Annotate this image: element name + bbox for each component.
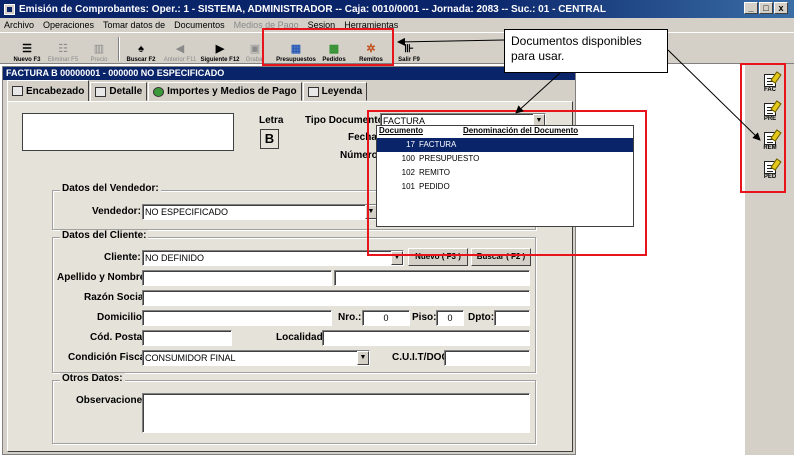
toolbar-highlight-box (262, 28, 394, 66)
razon-social-input[interactable] (142, 290, 530, 306)
minimize-button[interactable]: _ (744, 2, 758, 14)
toolbar-separator (118, 37, 120, 61)
menu-documentos[interactable]: Documentos (174, 20, 225, 30)
vendedor-select[interactable]: NO ESPECIFICADO (142, 204, 378, 220)
exit-door-icon: ⊪ (404, 43, 414, 55)
condicion-fiscal-label: Condición Fiscal: (68, 352, 152, 363)
condicion-fiscal-dropdown-button[interactable]: ▼ (357, 351, 369, 365)
vendedor-group-title: Datos del Vendedor: (60, 183, 161, 194)
dropdown-highlight-box (367, 110, 647, 256)
otros-datos-title: Otros Datos: (60, 373, 125, 384)
apellido-label: Apellido y Nombres: (57, 272, 155, 283)
price-button[interactable]: ▥ Precio (86, 35, 112, 63)
maximize-button[interactable]: □ (759, 2, 773, 14)
localidad-input[interactable] (322, 330, 530, 346)
annotation-callout: Documentos disponibles para usar. (504, 29, 668, 73)
dpto-label: Dpto: (468, 312, 495, 323)
observaciones-label: Observaciones: (76, 395, 152, 406)
exit-button[interactable]: ⊪ Salir F9 (396, 35, 422, 63)
previous-button[interactable]: ◀ Anterior F11 (160, 35, 200, 63)
price-icon: ▥ (93, 43, 105, 55)
new-button[interactable]: ☰ Nuevo F3 (10, 35, 44, 63)
domicilio-input[interactable] (142, 310, 332, 326)
razon-social-label: Razón Social: (84, 292, 150, 303)
menu-bar: Archivo Operaciones Tomar datos de Docum… (0, 18, 794, 32)
arrow-left-icon: ◀ (175, 43, 185, 55)
cliente-select[interactable]: NO DEFINIDO (142, 250, 404, 266)
localidad-label: Localidad: (276, 332, 327, 343)
callout-line-1: Documentos disponibles (511, 34, 642, 48)
detail-icon (95, 86, 107, 97)
window-titlebar: Emisión de Comprobantes: Oper.: 1 - SIST… (0, 0, 794, 18)
search-button[interactable]: ♠ Buscar F2 (124, 35, 158, 63)
company-logo-box (22, 113, 234, 151)
window-controls: _ □ x (744, 2, 788, 14)
cliente-label: Cliente: (104, 252, 141, 263)
cuit-label: C.U.I.T/DOC: (392, 352, 452, 363)
form-tabs: Encabezado Detalle Importes y Medios de … (7, 80, 368, 101)
next-button[interactable]: ▶ Siguiente F12 (200, 35, 240, 63)
close-button[interactable]: x (774, 2, 788, 14)
app-icon (4, 3, 15, 15)
cliente-group-title: Datos del Cliente: (60, 230, 149, 241)
tab-detalle[interactable]: Detalle (90, 82, 148, 101)
form-title: FACTURA B 00000001 - 000000 NO ESPECIFIC… (3, 67, 575, 80)
codigo-postal-label: Cód. Postal: (90, 332, 149, 343)
binoculars-icon: ♠ (138, 43, 144, 55)
vendedor-label: Vendedor: (92, 206, 141, 217)
toolbar: ☰ Nuevo F3 ☷ Eliminar F5 ▥ Precio ♠ Busc… (0, 32, 794, 64)
save-icon: ▣ (249, 43, 261, 55)
new-icon: ☰ (22, 43, 32, 55)
menu-tomar-datos[interactable]: Tomar datos de (103, 20, 165, 30)
window-title: Emisión de Comprobantes: Oper.: 1 - SIST… (19, 3, 606, 15)
side-icons-highlight-box (740, 63, 786, 193)
tab-encabezado[interactable]: Encabezado (7, 80, 90, 101)
legend-icon (307, 86, 319, 97)
condicion-fiscal-select[interactable]: CONSUMIDOR FINAL (142, 350, 370, 366)
tab-leyenda[interactable]: Leyenda (302, 82, 368, 101)
menu-archivo[interactable]: Archivo (4, 20, 34, 30)
money-icon (153, 86, 165, 97)
cuit-input[interactable] (444, 350, 530, 366)
header-icon (12, 86, 23, 96)
nro-input[interactable]: 0 (362, 310, 410, 326)
callout-line-2: para usar. (511, 49, 565, 63)
observaciones-textarea[interactable] (142, 393, 530, 433)
piso-label: Piso: (412, 312, 437, 323)
arrow-right-icon: ▶ (215, 43, 225, 55)
dpto-input[interactable] (494, 310, 530, 326)
delete-button[interactable]: ☷ Eliminar F5 (46, 35, 80, 63)
tab-importes[interactable]: Importes y Medios de Pago (148, 82, 302, 101)
delete-icon: ☷ (58, 43, 68, 55)
domicilio-label: Domicilio: (97, 312, 146, 323)
apellido-input[interactable] (142, 270, 332, 286)
menu-operaciones[interactable]: Operaciones (43, 20, 94, 30)
letra-label: Letra (259, 115, 284, 126)
nro-label: Nro.: (338, 312, 362, 323)
codigo-postal-input[interactable] (142, 330, 232, 346)
nombres-input[interactable] (334, 270, 530, 286)
piso-input[interactable]: 0 (436, 310, 464, 326)
letra-value: B (260, 129, 279, 149)
